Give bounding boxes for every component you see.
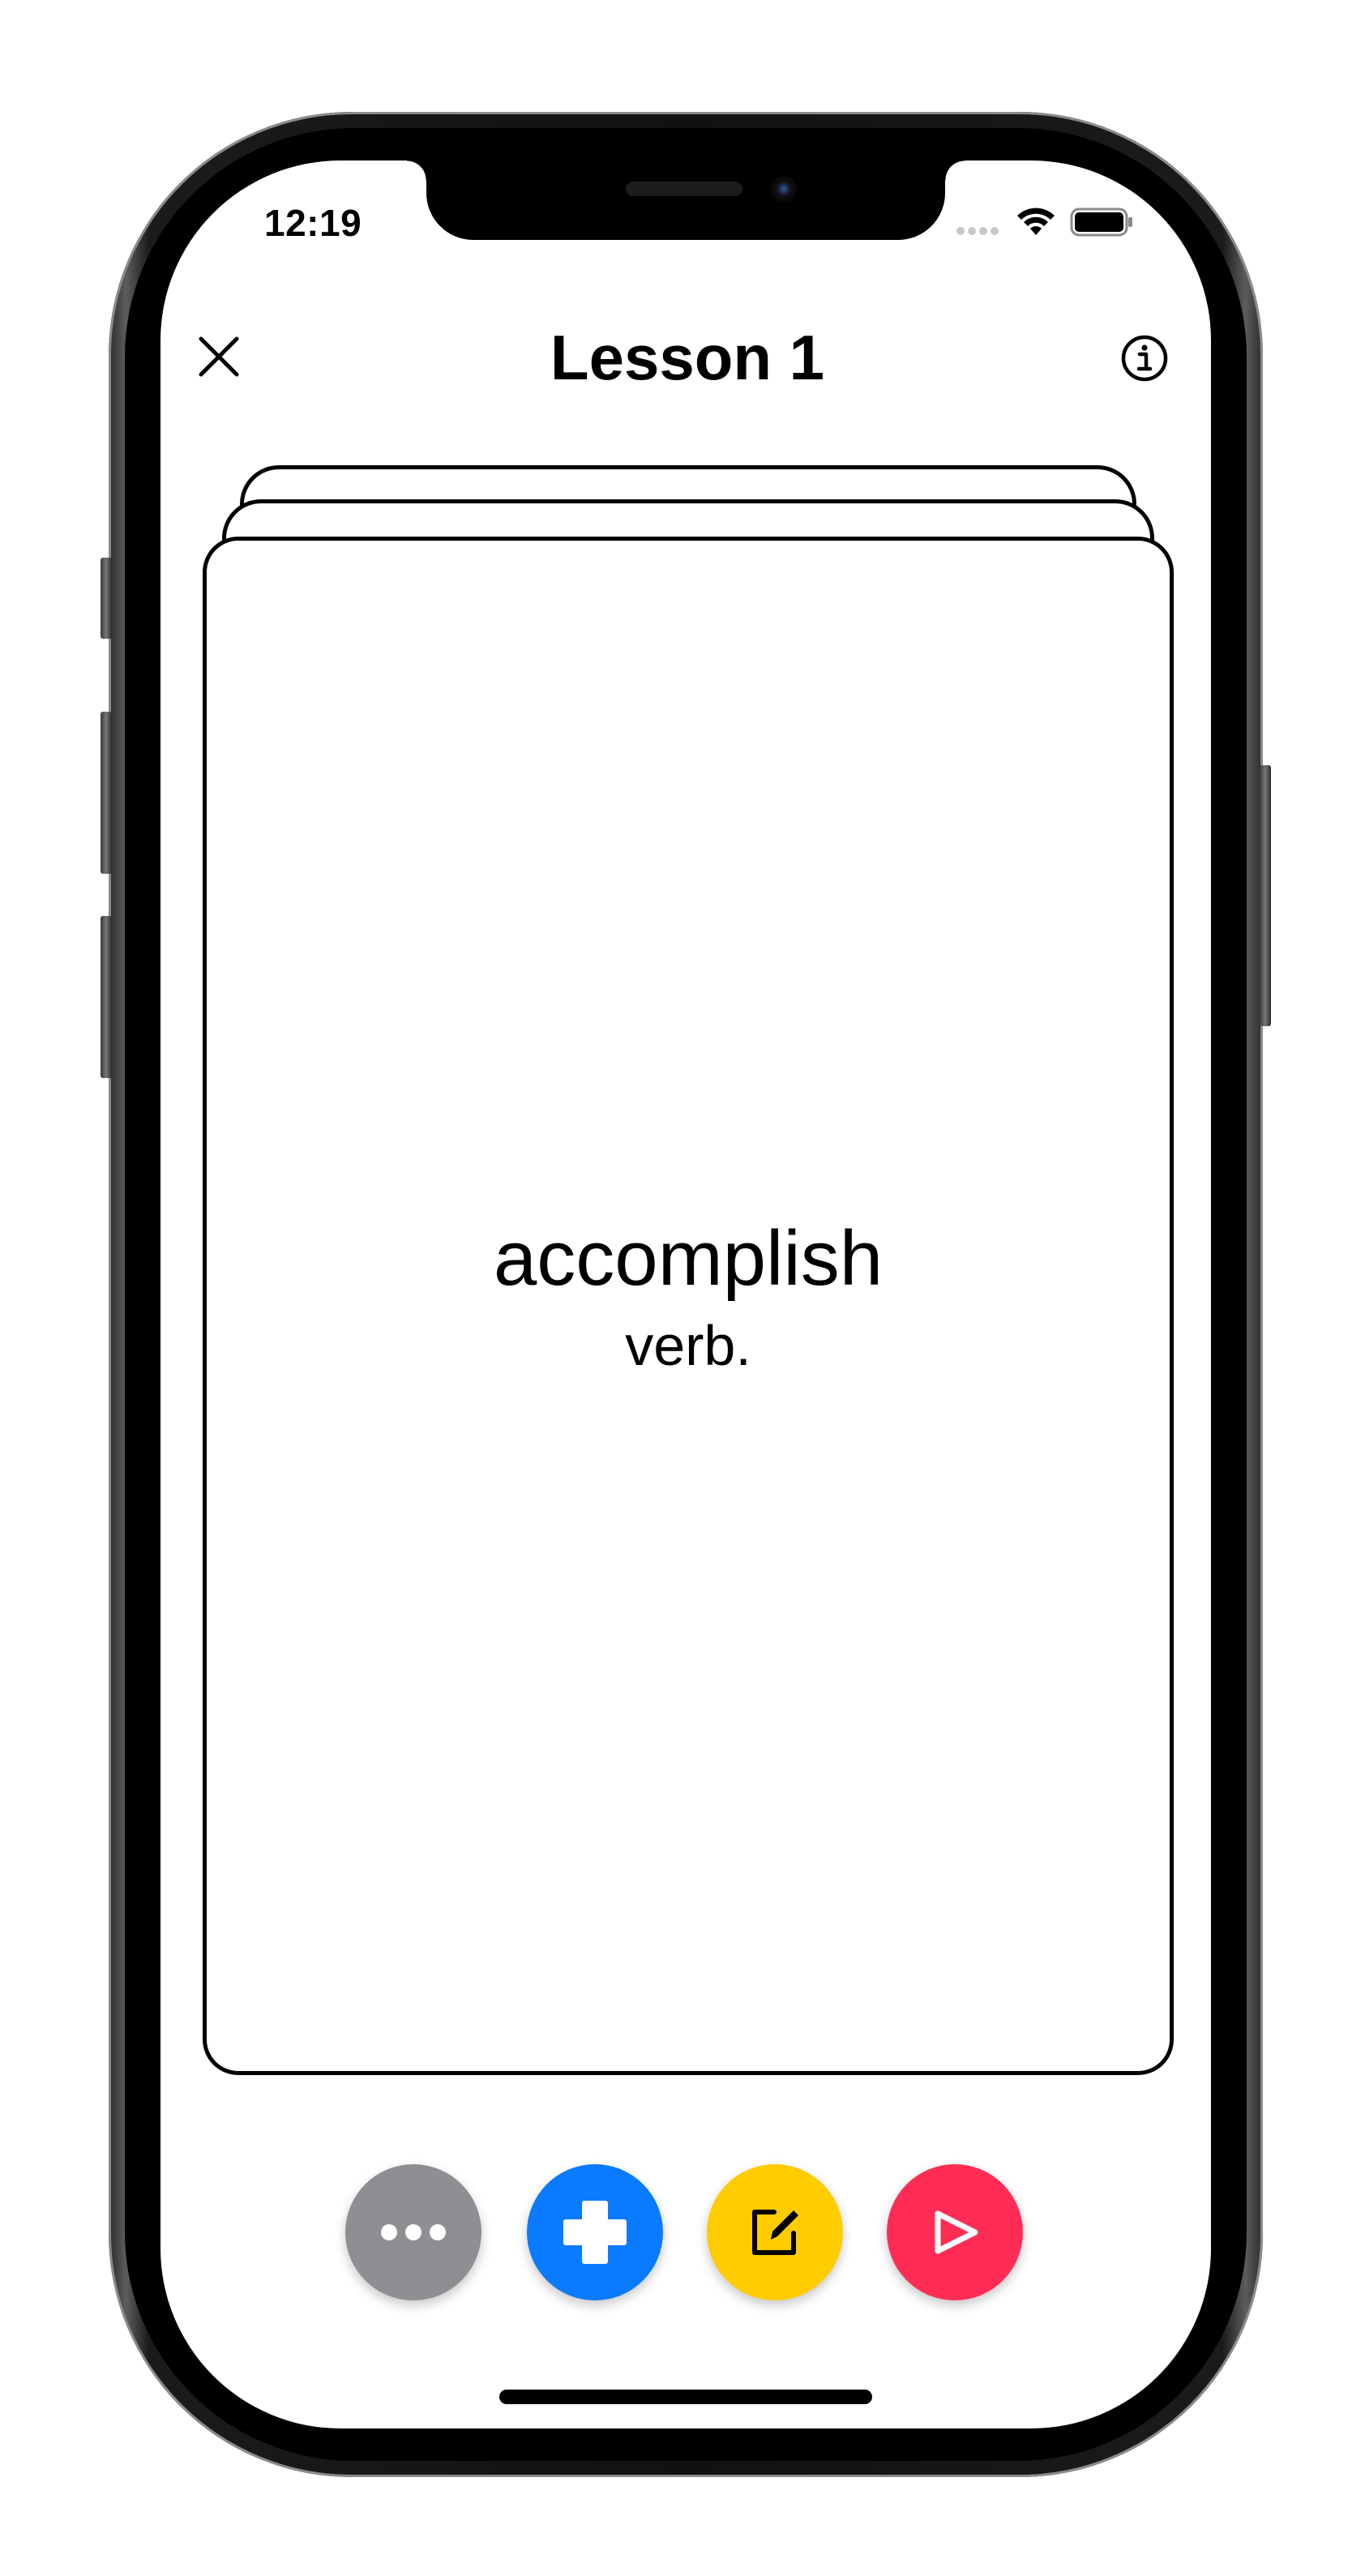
card-word: accomplish (493, 1215, 884, 1302)
close-icon[interactable] (198, 336, 240, 378)
plus-icon (563, 2201, 627, 2264)
volume-up-button (101, 712, 112, 874)
add-button[interactable] (527, 2164, 663, 2300)
edit-icon (752, 2210, 798, 2255)
flashcard[interactable] (203, 537, 1174, 2075)
page-title: Lesson 1 (550, 322, 825, 393)
card-part-of-speech: verb. (625, 1314, 751, 1377)
notch (407, 160, 965, 240)
earpiece-speaker (626, 182, 742, 196)
status-time: 12:19 (264, 202, 362, 244)
mute-switch (101, 558, 112, 639)
battery-icon (1070, 208, 1132, 237)
more-button[interactable] (345, 2164, 481, 2300)
front-camera (770, 175, 798, 203)
play-icon (935, 2210, 978, 2254)
play-button[interactable] (887, 2164, 1023, 2300)
wifi-icon (1017, 208, 1055, 235)
power-button (1260, 765, 1271, 1026)
cellular-signal-icon (956, 227, 1005, 238)
volume-down-button (101, 916, 112, 1078)
home-indicator[interactable] (499, 2390, 872, 2404)
info-icon[interactable] (1120, 334, 1169, 383)
ellipsis-icon (381, 2224, 446, 2240)
edit-button[interactable] (707, 2164, 843, 2300)
